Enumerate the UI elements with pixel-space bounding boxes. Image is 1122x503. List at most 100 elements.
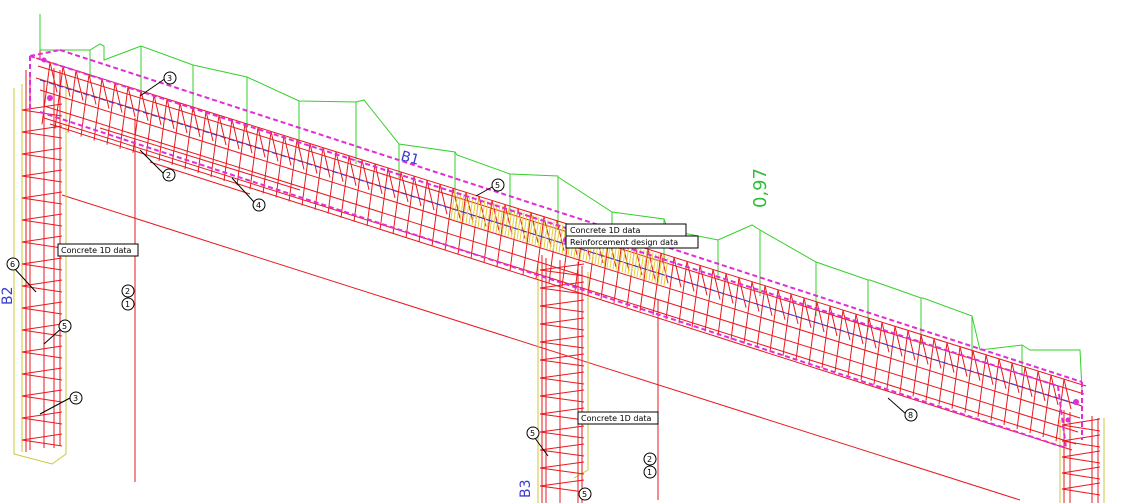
support-node-right[interactable] xyxy=(1073,399,1079,405)
beam-stirrup-leg xyxy=(868,318,877,349)
beam-stirrup-leg xyxy=(816,301,825,333)
beam-stirrup-leg xyxy=(153,94,162,125)
bar-mark-5-bottom[interactable]: 5 xyxy=(578,487,592,501)
bar-mark-2-right[interactable]: 2 xyxy=(643,452,657,466)
column-b3-tie xyxy=(539,413,585,421)
column-right-tie xyxy=(1061,440,1101,448)
beam-stirrup-leg xyxy=(88,74,97,105)
beam-stirrup xyxy=(1003,362,1013,425)
column-b3-tie xyxy=(539,443,585,451)
beam-stirrup-leg xyxy=(881,322,890,353)
column-b2-tie xyxy=(21,197,63,205)
column-right-tie xyxy=(1061,482,1101,490)
bar-mark-2[interactable]: 2 xyxy=(162,168,176,182)
column-b3-tie xyxy=(539,371,585,379)
support-node-left[interactable] xyxy=(47,95,53,101)
beam-stirrup-leg xyxy=(1011,362,1020,393)
column-b3-tie xyxy=(539,335,585,343)
bar-mark-5-left[interactable]: 5 xyxy=(58,319,72,333)
bar-mark-1-left[interactable]: 1 xyxy=(121,297,135,311)
diagram-value-label: 0,97 xyxy=(750,168,771,208)
beam-stirrup-leg xyxy=(335,151,344,182)
column-b3-tie xyxy=(539,299,585,307)
svg-text:2: 2 xyxy=(647,455,652,464)
column-b3-tie xyxy=(539,389,585,397)
beam-stirrup-leg xyxy=(894,326,903,357)
beam-stirrup-leg xyxy=(725,273,734,304)
bar-mark-5-top[interactable]: 5 xyxy=(491,178,505,192)
bar-mark-6[interactable]: 6 xyxy=(6,257,20,271)
bar-mark-3-left[interactable]: 3 xyxy=(69,391,83,405)
column-right-tie xyxy=(1061,488,1101,496)
column-b2-tie xyxy=(21,131,63,139)
column-b2-tie xyxy=(21,345,63,353)
beam-stirrup xyxy=(483,200,493,263)
svg-text:5: 5 xyxy=(582,490,587,499)
beam-stirrup xyxy=(1016,366,1026,430)
column-b3-tie xyxy=(539,305,585,313)
column-b2-tie xyxy=(21,241,63,249)
svg-text:6: 6 xyxy=(10,260,15,269)
beam-stirrup-leg xyxy=(920,334,929,365)
bar-mark-3-top[interactable]: 3 xyxy=(163,71,177,85)
tag-concrete-1d-left[interactable]: Concrete 1D data xyxy=(57,243,139,257)
column-b2-tie xyxy=(21,389,63,397)
column-b2-tie xyxy=(21,213,63,221)
svg-text:3: 3 xyxy=(73,394,78,403)
bar-mark-1-right[interactable]: 1 xyxy=(643,465,657,479)
beam-stirrup-leg xyxy=(985,354,994,385)
column-b3-tie xyxy=(539,479,585,487)
tag-concrete-1d-left-text: Concrete 1D data xyxy=(61,246,131,255)
column-b2-label[interactable]: B2 xyxy=(0,286,16,305)
bar-mark-8[interactable]: 8 xyxy=(904,408,918,422)
column-b3-tie xyxy=(539,317,585,325)
svg-text:2: 2 xyxy=(166,171,171,180)
structural-model-viewport[interactable]: B1 B2 B3 0,97 Concrete 1D data Concrete … xyxy=(0,0,1122,503)
column-b2-tie xyxy=(21,169,63,177)
beam-stirrup-leg xyxy=(166,98,175,130)
beam-stirrup-leg xyxy=(1037,370,1046,402)
beam-stirrup xyxy=(652,253,662,316)
column-right-tie xyxy=(1061,450,1101,458)
bar-mark-2-left[interactable]: 2 xyxy=(121,284,135,298)
bar-mark-5-mid[interactable]: 5 xyxy=(526,426,540,440)
column-b2-tie xyxy=(21,263,63,271)
column-b3-tie xyxy=(539,341,585,349)
bar-mark-4[interactable]: 4 xyxy=(252,198,266,212)
support-node-right-low[interactable] xyxy=(1065,417,1071,423)
svg-text:2: 2 xyxy=(125,287,130,296)
column-b3-tie xyxy=(539,395,585,403)
beam-stirrup-leg xyxy=(764,285,773,316)
beam-b1-label[interactable]: B1 xyxy=(399,148,421,168)
rebar-model-canvas[interactable]: B1 B2 B3 0,97 Concrete 1D data Concrete … xyxy=(0,0,1122,503)
beam-stirrup-leg xyxy=(1050,374,1059,406)
tag-concrete-1d-mid[interactable]: Concrete 1D data xyxy=(565,223,687,237)
beam-stirrup-leg xyxy=(673,257,682,288)
column-b3-tie xyxy=(539,425,585,433)
beam-stirrup-leg xyxy=(738,277,747,308)
column-right-tie xyxy=(1061,466,1101,474)
tag-reinforcement-design[interactable]: Reinforcement design data xyxy=(565,235,699,249)
bar-mark-leaders xyxy=(13,77,907,457)
beam-stirrup-leg xyxy=(972,350,981,381)
column-b2-tie xyxy=(21,125,63,133)
column-b3-tie xyxy=(539,407,585,415)
tag-concrete-1d-lower[interactable]: Concrete 1D data xyxy=(577,411,659,425)
column-b2-tie xyxy=(21,351,63,359)
column-b2-tie xyxy=(21,307,63,315)
support-node-top[interactable] xyxy=(41,57,47,63)
beam-stirrup-leg xyxy=(998,358,1007,389)
beam-stirrup-leg xyxy=(933,338,942,369)
column-b3-tie xyxy=(539,461,585,469)
svg-text:5: 5 xyxy=(62,322,67,331)
column-right-tie xyxy=(1061,456,1101,464)
beam-stirrup-leg xyxy=(699,265,708,296)
beam-stirrup-leg xyxy=(1024,366,1033,398)
grid-lines xyxy=(39,14,1021,501)
svg-text:3: 3 xyxy=(167,74,172,83)
column-b3-label[interactable]: B3 xyxy=(518,479,534,498)
beam-stirrup-leg xyxy=(218,115,227,146)
column-b2-tie xyxy=(21,367,63,375)
beam-stirrup-leg xyxy=(959,346,968,377)
svg-text:5: 5 xyxy=(530,429,535,438)
